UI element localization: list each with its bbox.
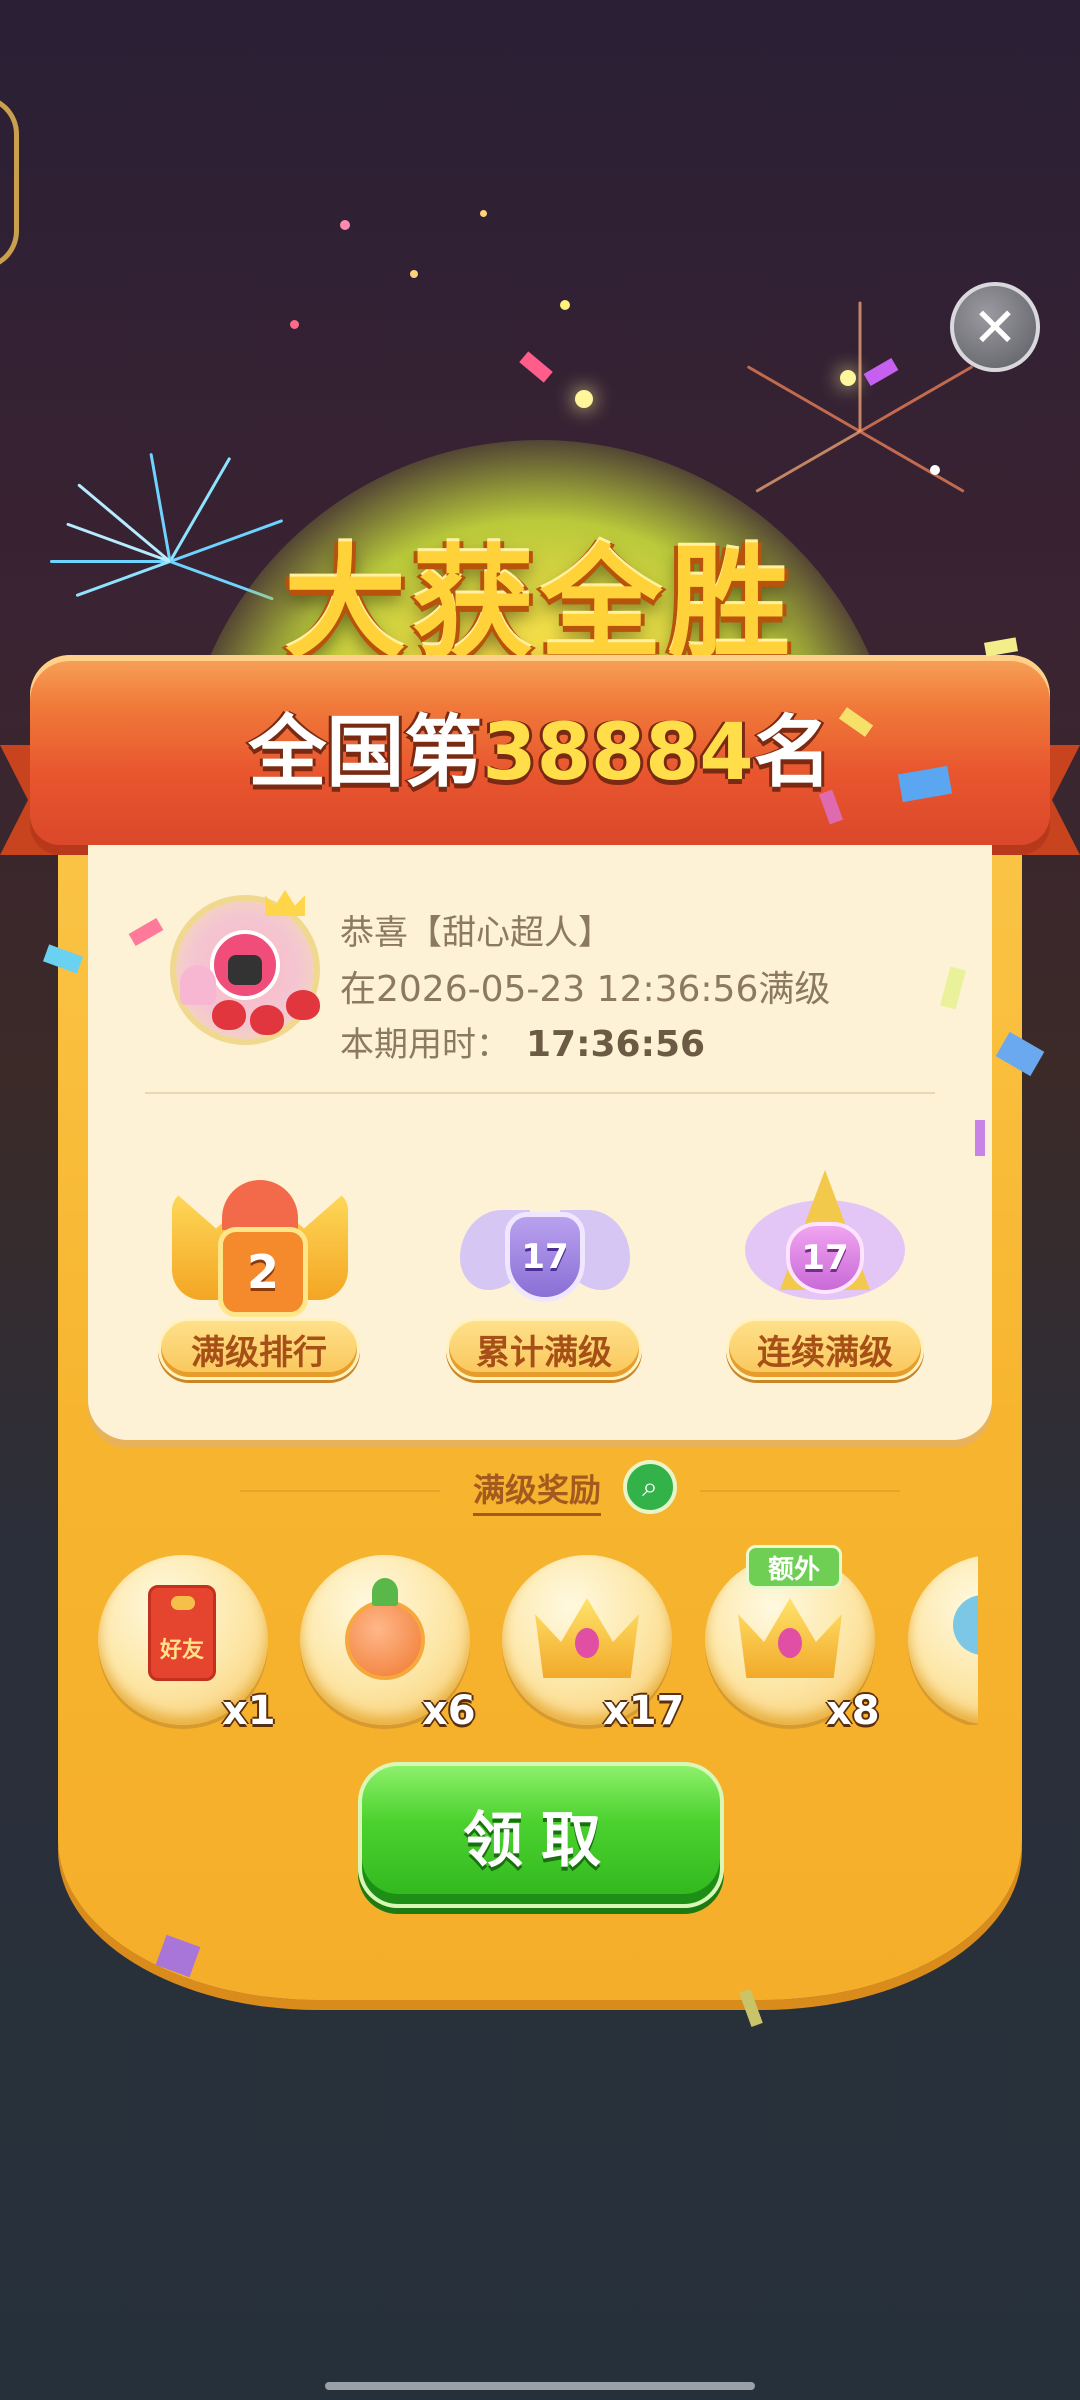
cupcake-icon	[180, 965, 216, 1005]
elapsed-label: 本期用时：	[340, 1025, 510, 1065]
rank-suffix: 名	[753, 708, 832, 798]
reward-line-left	[240, 1490, 440, 1492]
strawberry-icon	[212, 1000, 246, 1030]
badge-max-level-rank[interactable]: 满级排行	[158, 1318, 360, 1380]
reward-qty: x6	[422, 1688, 476, 1734]
reward-title[interactable]: 满级奖励	[473, 1465, 602, 1516]
elapsed-value: 17:36:56	[526, 1024, 706, 1065]
rank-prefix: 全国第	[248, 708, 483, 798]
divider	[145, 1092, 935, 1094]
rank-badge-value: 2	[218, 1227, 308, 1317]
fireworks-top	[260, 180, 620, 440]
sparkle	[930, 465, 940, 475]
rank-number: 38884	[482, 708, 754, 798]
reward-item[interactable]	[908, 1555, 978, 1725]
badge-streak-max[interactable]: 连续满级	[726, 1318, 924, 1380]
reward-qty: x8	[826, 1688, 880, 1734]
close-button[interactable]: ✕	[950, 282, 1040, 372]
claim-button[interactable]: 领取	[358, 1762, 724, 1908]
extra-tag: 额外	[746, 1545, 842, 1589]
crown-gem	[778, 1628, 802, 1658]
reward-line-right	[700, 1490, 900, 1492]
congrats-text: 恭喜【甜心超人】	[340, 913, 612, 953]
magic-wand-icon	[345, 1600, 425, 1680]
wand-leaf	[372, 1578, 398, 1606]
elapsed-time: 本期用时： 17:36:56	[340, 1017, 705, 1066]
friend-red-packet-icon: 好友	[148, 1585, 216, 1681]
home-indicator[interactable]	[325, 2382, 755, 2390]
strawberry-icon	[286, 990, 320, 1020]
side-tab[interactable]	[0, 95, 19, 270]
avatar-visor	[228, 955, 262, 985]
badge-total-max[interactable]: 累计满级	[446, 1318, 642, 1380]
crown-gem	[575, 1628, 599, 1658]
sparkle	[575, 390, 593, 408]
strawberry-icon	[250, 1005, 284, 1035]
search-icon: ⌕	[642, 1470, 658, 1503]
friend-label: 好友	[159, 1638, 204, 1663]
sparkle	[840, 370, 856, 386]
close-icon: ✕	[972, 295, 1018, 359]
confetti	[975, 1120, 985, 1156]
max-level-time: 在2026-05-23 12:36:56满级	[340, 969, 831, 1010]
reward-qty: x1	[222, 1688, 276, 1734]
reward-search-button[interactable]: ⌕	[623, 1460, 677, 1514]
reward-qty: x17	[603, 1688, 685, 1734]
streak-max-value: 17	[786, 1222, 864, 1294]
total-max-value: 17	[505, 1212, 585, 1302]
